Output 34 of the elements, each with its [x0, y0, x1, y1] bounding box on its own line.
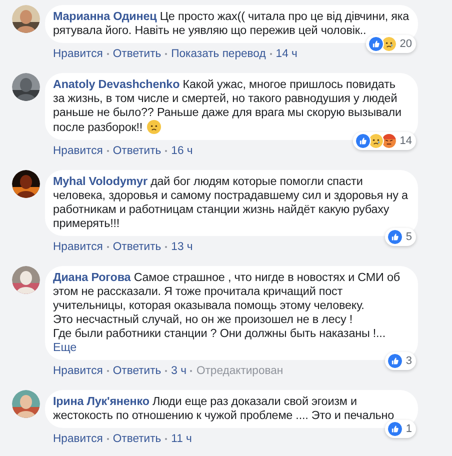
action-link[interactable]: Нравится: [53, 432, 103, 446]
timestamp-link[interactable]: 3 ч: [171, 364, 186, 378]
timestamp-link[interactable]: 14 ч: [276, 47, 298, 61]
timestamp-link[interactable]: 16 ч: [171, 144, 193, 158]
reactions-badge[interactable]: 1: [384, 420, 416, 438]
author-link[interactable]: Марианна Одинец: [53, 10, 157, 23]
action-link[interactable]: Ответить: [112, 432, 162, 446]
action-link[interactable]: Показать перевод: [171, 47, 266, 61]
action-link[interactable]: Нравится: [53, 364, 103, 378]
author-link[interactable]: Диана Рогова: [53, 271, 131, 284]
reaction-count: 1: [406, 422, 412, 436]
reaction-count: 14: [400, 134, 412, 148]
author-link[interactable]: Myhal Volodymyr: [53, 175, 148, 188]
timestamp-link[interactable]: 11 ч: [171, 432, 192, 446]
reaction-count: 5: [406, 230, 412, 244]
action-link[interactable]: Ответить: [112, 47, 162, 61]
action-link[interactable]: Ответить: [112, 144, 162, 158]
action-link[interactable]: Нравится: [53, 144, 103, 158]
reaction-count: 3: [406, 354, 412, 368]
author-link[interactable]: Ірина Лук'яненко: [53, 395, 150, 408]
author-link[interactable]: Anatoly Devashchenko: [53, 78, 180, 91]
action-link[interactable]: Нравится: [53, 47, 103, 61]
see-more-link[interactable]: Еще: [53, 341, 76, 354]
action-link[interactable]: Ответить: [112, 240, 162, 254]
reactions-badge[interactable]: 20: [366, 34, 416, 53]
action-link[interactable]: Нравится: [53, 240, 103, 254]
action-link[interactable]: Ответить: [112, 364, 162, 378]
reactions-badge[interactable]: 5: [384, 228, 416, 246]
timestamp-link[interactable]: 13 ч: [171, 240, 193, 254]
reactions-badge[interactable]: 3: [384, 352, 416, 370]
reaction-count: 20: [400, 36, 412, 52]
sad-face-icon: [146, 120, 161, 134]
edited-label: Отредактирован: [196, 364, 284, 378]
reactions-badge[interactable]: 14: [352, 132, 416, 150]
